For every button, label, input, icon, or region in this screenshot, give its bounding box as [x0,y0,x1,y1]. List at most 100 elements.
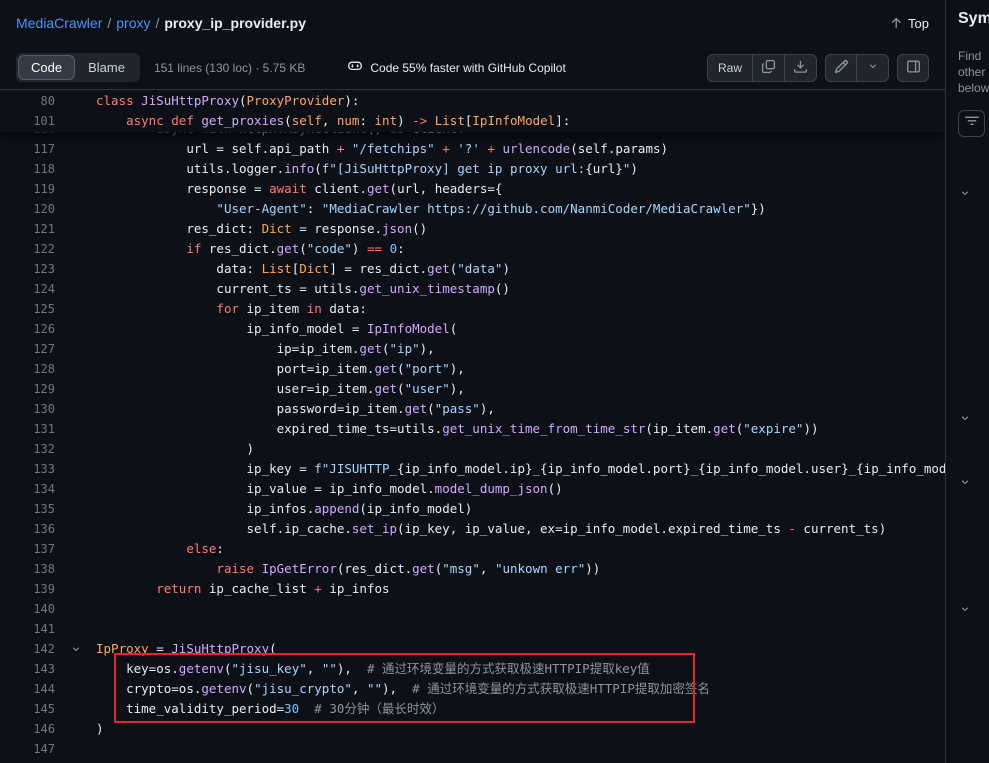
line-number[interactable]: 117 [0,139,55,159]
download-icon [793,59,808,77]
code-line: 125 for ip_item in data: [0,299,945,319]
fold-toggle-icon[interactable] [55,639,96,659]
line-number[interactable]: 80 [0,91,55,111]
code-line: 117 url = self.api_path + "/fetchips" + … [0,139,945,159]
fold-spacer [55,259,96,279]
line-number[interactable]: 132 [0,439,55,459]
code-scroll-content: 116 async with httpx.AsyncClient() as cl… [0,119,945,759]
fold-spacer [55,559,96,579]
code-text: self.ip_cache.set_ip(ip_key, ip_value, e… [96,519,945,539]
line-number[interactable]: 131 [0,419,55,439]
line-number[interactable]: 147 [0,739,55,759]
fold-spacer [55,199,96,219]
line-number[interactable]: 123 [0,259,55,279]
breadcrumb-repo-link[interactable]: MediaCrawler [16,15,102,31]
symbols-panel-toggle-button[interactable] [897,54,929,82]
line-number[interactable]: 120 [0,199,55,219]
breadcrumb-folder-link[interactable]: proxy [116,15,150,31]
file-toolbar: Code Blame 151 lines (130 loc) · 5.75 KB… [0,46,945,90]
fold-spacer [55,219,96,239]
fold-spacer [55,519,96,539]
line-number[interactable]: 136 [0,519,55,539]
line-number[interactable]: 135 [0,499,55,519]
raw-button[interactable]: Raw [707,54,753,82]
fold-spacer [55,179,96,199]
code-text: async def get_proxies(self, num: int) ->… [96,111,945,131]
line-number[interactable]: 118 [0,159,55,179]
line-number[interactable]: 130 [0,399,55,419]
line-number[interactable]: 122 [0,239,55,259]
code-text: "User-Agent": "MediaCrawler https://gith… [96,199,945,219]
edit-dropdown-button[interactable] [857,54,889,82]
fold-spacer [55,379,96,399]
symbols-panel: Symbols Findotherbelow [945,0,989,763]
line-number[interactable]: 138 [0,559,55,579]
code-text: user=ip_item.get("user"), [96,379,945,399]
code-line: 123 data: List[Dict] = res_dict.get("dat… [0,259,945,279]
line-number[interactable]: 139 [0,579,55,599]
fold-spacer [55,299,96,319]
code-text: utils.logger.info(f"[JiSuHttpProxy] get … [96,159,945,179]
line-number[interactable]: 142 [0,639,55,659]
code-line: 131 expired_time_ts=utils.get_unix_time_… [0,419,945,439]
download-button[interactable] [785,54,817,82]
file-info-text: 151 lines (130 loc) · 5.75 KB [154,61,305,75]
scroll-to-top-label: Top [908,16,929,31]
line-number[interactable]: 146 [0,719,55,739]
chevron-down-icon[interactable] [959,475,971,493]
code-text: ip_infos.append(ip_info_model) [96,499,945,519]
line-number[interactable]: 140 [0,599,55,619]
line-number[interactable]: 143 [0,659,55,679]
line-number[interactable]: 126 [0,319,55,339]
fold-spacer [55,579,96,599]
tab-code[interactable]: Code [18,55,75,80]
chevron-down-icon[interactable] [959,411,971,429]
code-line: 145 time_validity_period=30 # 30分钟（最长时效） [0,699,945,719]
code-line: 120 "User-Agent": "MediaCrawler https://… [0,199,945,219]
code-viewer: 116 async with httpx.AsyncClient() as cl… [0,90,945,763]
chevron-down-icon [867,60,879,75]
code-line: 134 ip_value = ip_info_model.model_dump_… [0,479,945,499]
line-number[interactable]: 127 [0,339,55,359]
chevron-down-icon[interactable] [959,186,971,204]
line-number[interactable]: 134 [0,479,55,499]
line-number[interactable]: 124 [0,279,55,299]
line-number[interactable]: 133 [0,459,55,479]
code-text: time_validity_period=30 # 30分钟（最长时效） [96,699,945,719]
code-line: 140 [0,599,945,619]
chevron-down-icon[interactable] [959,602,971,620]
symbols-filter-button[interactable] [958,110,985,137]
line-number[interactable]: 144 [0,679,55,699]
fold-spacer [55,159,96,179]
line-number[interactable]: 101 [0,111,55,131]
code-line: 138 raise IpGetError(res_dict.get("msg",… [0,559,945,579]
line-number[interactable]: 145 [0,699,55,719]
scroll-to-top-button[interactable]: Top [889,16,929,31]
code-line: 101 async def get_proxies(self, num: int… [0,111,945,131]
code-line: 128 port=ip_item.get("port"), [0,359,945,379]
copy-button[interactable] [753,54,785,82]
line-number[interactable]: 141 [0,619,55,639]
symbols-description-line: other [958,64,989,80]
fold-spacer [55,339,96,359]
line-number[interactable]: 119 [0,179,55,199]
line-number[interactable]: 121 [0,219,55,239]
code-text: for ip_item in data: [96,299,945,319]
fold-spacer [55,459,96,479]
symbols-description-line: Find [958,48,989,64]
fold-spacer [55,91,96,111]
tab-blame[interactable]: Blame [75,55,138,80]
line-number[interactable]: 129 [0,379,55,399]
edit-button[interactable] [825,54,857,82]
fold-spacer [55,479,96,499]
line-number[interactable]: 125 [0,299,55,319]
fold-spacer [55,659,96,679]
symbols-panel-description: Findotherbelow [958,48,989,96]
line-number[interactable]: 137 [0,539,55,559]
code-text: ip_info_model = IpInfoModel( [96,319,945,339]
code-text: current_ts = utils.get_unix_timestamp() [96,279,945,299]
code-text: else: [96,539,945,559]
edit-pencil-icon [834,59,849,77]
fold-spacer [55,719,96,739]
line-number[interactable]: 128 [0,359,55,379]
